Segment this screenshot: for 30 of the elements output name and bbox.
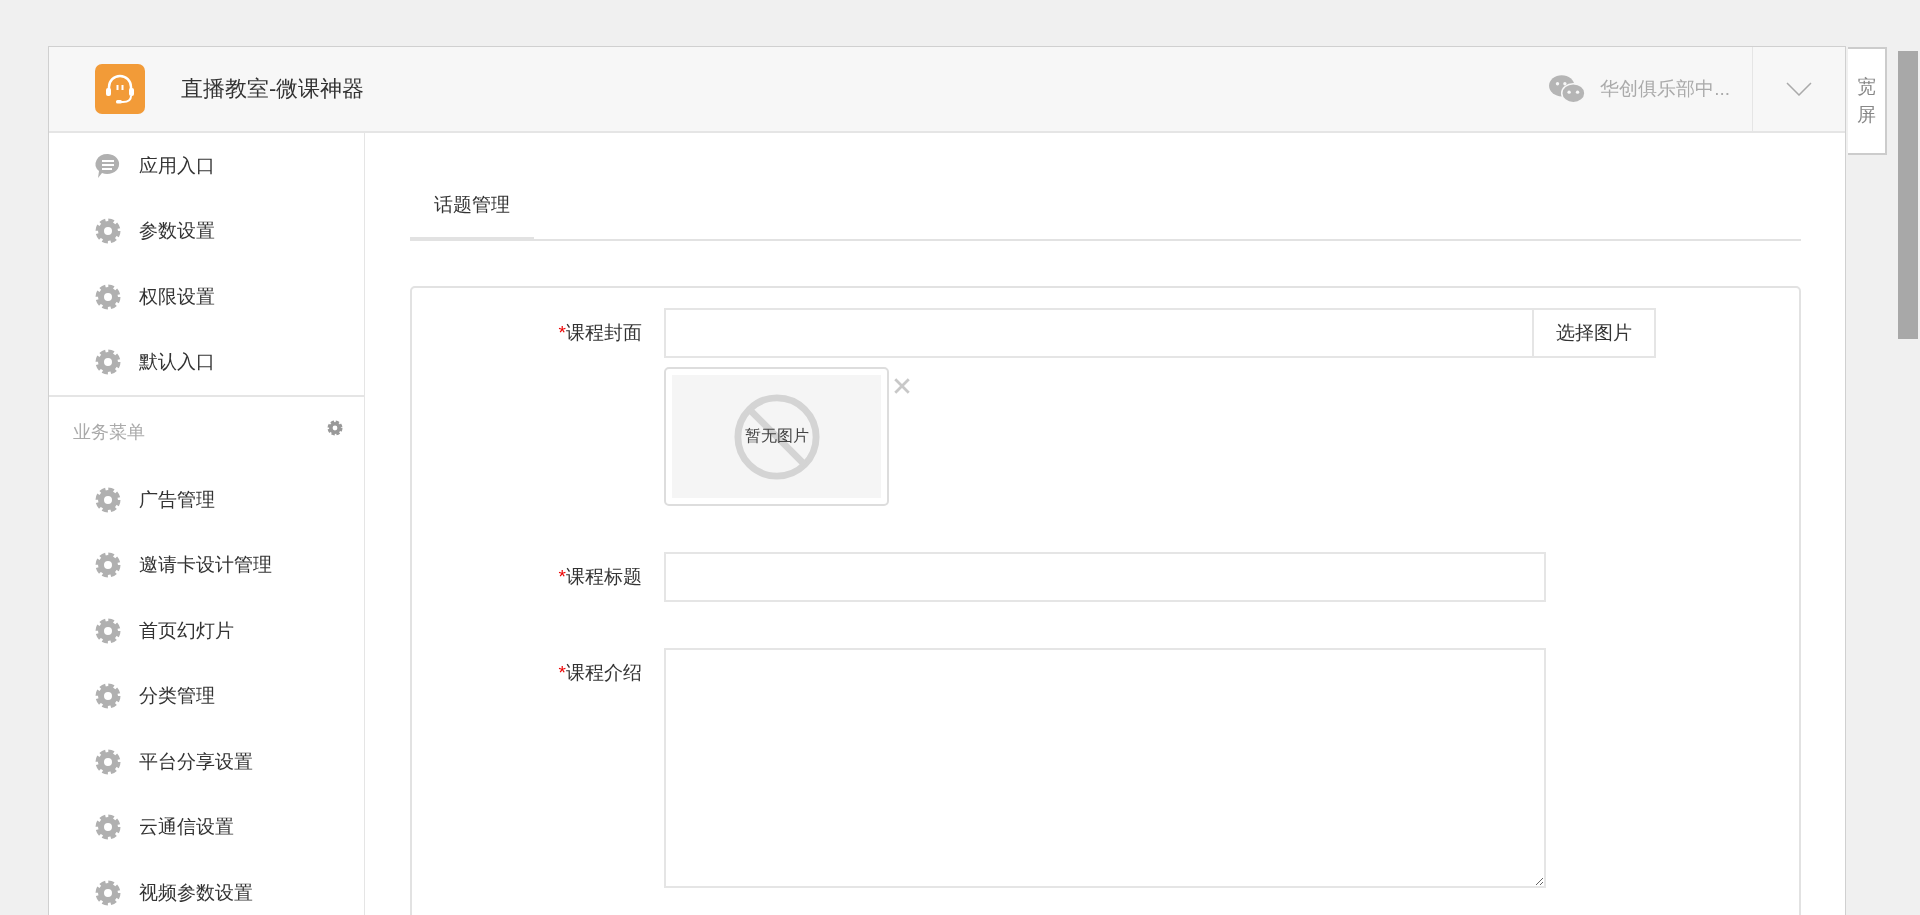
sidebar-item[interactable]: 首页幻灯片 xyxy=(49,598,364,664)
headset-logo-icon xyxy=(95,64,145,114)
no-image-text: 暂无图片 xyxy=(744,426,809,446)
chat-bubbles-icon xyxy=(1548,74,1587,104)
section-title: 业务菜单 xyxy=(73,421,145,444)
sidebar-item[interactable]: 邀请卡设计管理 xyxy=(49,532,364,598)
close-icon[interactable] xyxy=(893,377,911,395)
sidebar-item[interactable]: 应用入口 xyxy=(49,133,364,199)
sidebar-item[interactable]: 分类管理 xyxy=(49,663,364,729)
sidebar-item[interactable]: 参数设置 xyxy=(49,198,364,264)
sidebar-item[interactable]: 视频参数设置 xyxy=(49,860,364,915)
sidebar-item[interactable]: 默认入口 xyxy=(49,329,364,395)
sidebar-item[interactable]: 平台分享设置 xyxy=(49,729,364,795)
field-label: *课程标题 xyxy=(557,565,643,589)
cover-input-field[interactable] xyxy=(664,308,1534,358)
settings-icon[interactable] xyxy=(326,419,344,437)
field-label: *课程封面 xyxy=(557,321,643,345)
wide-screen-button[interactable]: 宽屏 xyxy=(1848,47,1887,155)
title-input-field[interactable] xyxy=(664,552,1546,602)
sidebar-item[interactable]: 权限设置 xyxy=(49,264,364,330)
no-image-icon xyxy=(732,392,821,481)
sidebar-item[interactable]: 广告管理 xyxy=(49,467,364,533)
choose-image-button[interactable]: 选择图片 xyxy=(1534,308,1656,358)
chevron-down-icon xyxy=(1786,82,1812,96)
description-textarea[interactable] xyxy=(664,648,1546,888)
field-label: *课程介绍 xyxy=(557,661,643,685)
tab[interactable]: 话题管理 xyxy=(410,173,534,239)
app-title: 直播教室-微课神器 xyxy=(181,75,365,103)
sidebar-item[interactable]: 云通信设置 xyxy=(49,794,364,860)
scrollbar-thumb[interactable] xyxy=(1898,51,1918,339)
